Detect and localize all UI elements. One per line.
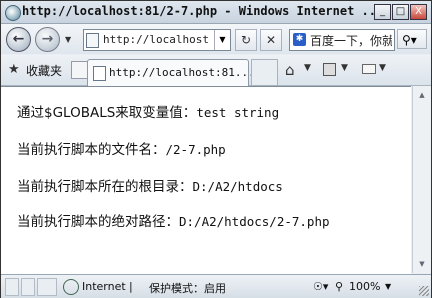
browser-window: http://localhost:81/2-7.php - Windows In… <box>0 0 432 298</box>
lock-icon[interactable]: ☉▾ <box>313 280 328 293</box>
favorites-button[interactable]: 收藏夹 <box>26 62 62 79</box>
status-pane <box>21 278 35 296</box>
home-dropdown-icon[interactable]: ▼ <box>304 63 311 73</box>
page-icon <box>86 33 99 48</box>
feed-dropdown-icon[interactable]: ▼ <box>341 63 348 73</box>
favorites-bar: ★ 收藏夹 http://localhost:81... ⌂ ▼ ▼ ▼ <box>1 55 431 86</box>
tab-page-icon <box>93 66 106 81</box>
mail-icon[interactable] <box>362 64 376 74</box>
mail-dropdown-icon[interactable]: ▼ <box>379 63 386 73</box>
address-input[interactable]: http://localhost:8 <box>103 33 211 46</box>
home-icon[interactable]: ⌂ <box>285 61 295 79</box>
scroll-down-icon[interactable]: ▼ <box>415 257 429 271</box>
feed-icon[interactable] <box>323 63 336 76</box>
line-label: 通过$GLOBALS来取变量值： <box>17 105 197 121</box>
vertical-scrollbar[interactable]: ▲ ▼ <box>412 86 431 273</box>
status-pane <box>5 278 19 296</box>
line-label: 当前执行脚本所在的根目录： <box>17 179 193 195</box>
scroll-up-icon[interactable]: ▲ <box>415 88 429 102</box>
protected-mode[interactable]: 保护模式：启用 <box>149 280 226 296</box>
status-pane <box>37 278 57 296</box>
ie-icon <box>5 5 21 21</box>
address-bar[interactable]: http://localhost:8 ▼ <box>83 29 231 51</box>
line-label: 当前执行脚本的绝对路径： <box>17 214 179 230</box>
title-bar: http://localhost:81/2-7.php - Windows In… <box>1 1 431 24</box>
line-value: /2-7.php <box>165 142 226 157</box>
search-icon[interactable]: ⚲▾ <box>397 29 427 49</box>
refresh-icon[interactable]: ↻ <box>235 29 257 51</box>
abspath-line: 当前执行脚本的绝对路径：D:/A2/htdocs/2-7.php <box>17 210 330 230</box>
status-divider: | <box>129 280 133 293</box>
line-value: D:/A2/htdocs <box>192 179 283 194</box>
filename-line: 当前执行脚本的文件名：/2-7.php <box>17 138 226 158</box>
forward-icon[interactable]: → <box>35 27 60 52</box>
docroot-line: 当前执行脚本所在的根目录：D:/A2/htdocs <box>17 175 283 195</box>
zoom-level[interactable]: 100% <box>349 280 380 293</box>
search-input[interactable]: 百度一下，你就 <box>310 32 392 49</box>
address-dropdown-icon[interactable]: ▼ <box>214 30 230 50</box>
star-icon[interactable]: ★ <box>8 62 20 77</box>
resize-grip[interactable] <box>419 286 429 296</box>
page-content: 通过$GLOBALS来取变量值：test string 当前执行脚本的文件名：/… <box>1 86 411 274</box>
tab-title: http://localhost:81... <box>109 66 255 79</box>
zoom-icon[interactable]: ⚲ <box>335 280 343 293</box>
line-value: D:/A2/htdocs/2-7.php <box>179 214 330 229</box>
status-bar: Internet | 保护模式：启用 ☉▾ ⚲ 100% ▼ <box>1 274 431 298</box>
history-dropdown-icon[interactable]: ▼ <box>65 35 71 44</box>
stop-icon[interactable]: ✕ <box>260 29 282 51</box>
search-box[interactable]: ✱ 百度一下，你就 <box>289 29 395 51</box>
minimize-button[interactable]: _ <box>374 4 391 20</box>
line-label: 当前执行脚本的文件名： <box>17 142 166 158</box>
browser-tab[interactable]: http://localhost:81... <box>87 59 255 86</box>
navigation-bar: ← → ▼ http://localhost:8 ▼ ↻ ✕ ✱ 百度一下，你就… <box>1 24 431 54</box>
maximize-button[interactable]: □ <box>392 4 409 20</box>
window-title: http://localhost:81/2-7.php - Windows In… <box>22 4 384 18</box>
baidu-icon: ✱ <box>293 33 306 46</box>
globals-line: 通过$GLOBALS来取变量值：test string <box>17 101 279 121</box>
line-value: test string <box>196 105 280 120</box>
security-zone[interactable]: Internet <box>82 280 126 293</box>
zoom-dropdown-icon[interactable]: ▼ <box>385 282 391 291</box>
close-button[interactable]: X <box>410 4 427 20</box>
back-icon[interactable]: ← <box>6 27 31 52</box>
new-tab-button[interactable] <box>251 59 278 86</box>
globe-icon <box>63 279 79 295</box>
